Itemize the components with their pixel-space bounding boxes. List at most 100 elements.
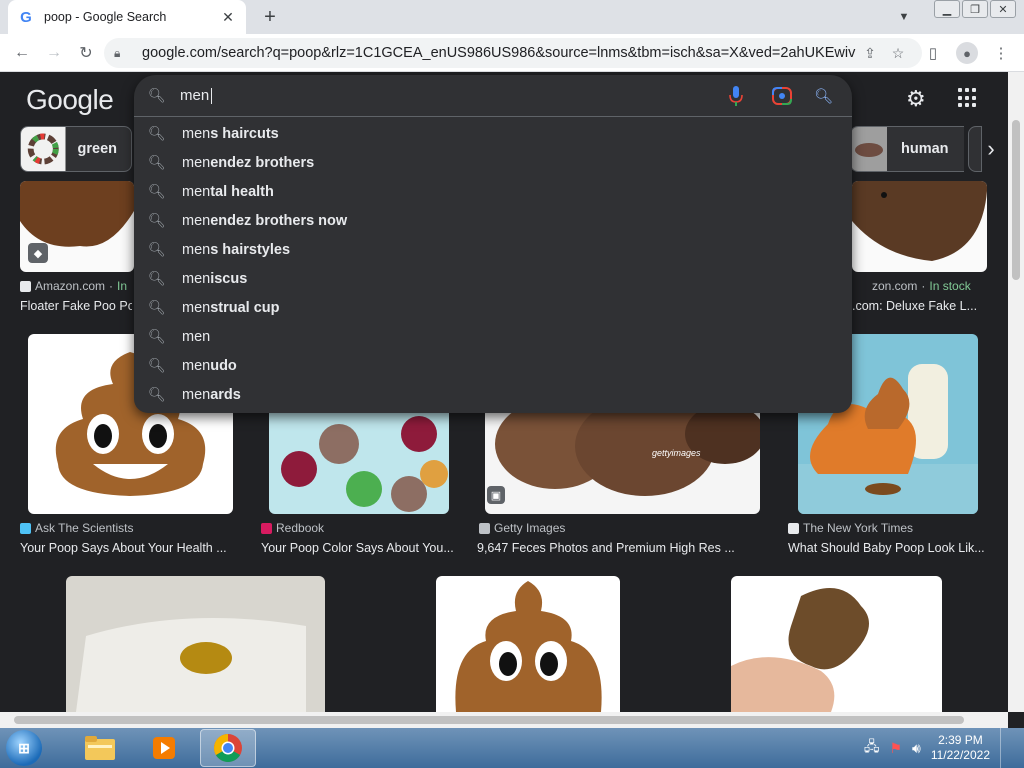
voice-search-mic-icon[interactable] — [728, 85, 744, 107]
suggestion-item[interactable]: 🔍︎ meniscus — [134, 264, 852, 293]
result-source[interactable]: The New York Times — [788, 521, 913, 535]
menu-kebab-icon[interactable]: ⋮ — [986, 37, 1016, 69]
search-submit-icon[interactable]: 🔍︎ — [814, 87, 833, 105]
address-bar[interactable]: 🔒︎ google.com/search?q=poop&rlz=1C1GCEA_… — [104, 38, 922, 68]
suggestion-item[interactable]: 🔍︎ menards — [134, 380, 852, 409]
result-caption[interactable]: Floater Fake Poo Po — [20, 299, 132, 313]
back-button[interactable]: ← — [6, 37, 38, 69]
source-name: The New York Times — [803, 521, 914, 535]
new-tab-button[interactable]: + — [258, 5, 282, 29]
windows-taskbar: ⊞ 🖧︎ ⚑ 🔊︎ 2:39 PM 11/22/2022 — [0, 728, 1024, 768]
amazon-icon — [20, 280, 31, 292]
clock[interactable]: 2:39 PM 11/22/2022 — [931, 733, 990, 763]
settings-gear-icon[interactable]: ⚙ — [906, 86, 926, 112]
profile-avatar-icon[interactable]: ● — [956, 42, 978, 64]
search-icon: 🔍︎ — [148, 270, 166, 286]
chrome-icon — [214, 734, 242, 762]
minimize-button[interactable]: ▁ — [934, 0, 960, 18]
browser-tab[interactable]: G poop - Google Search ✕ — [8, 0, 246, 34]
result-source[interactable]: zon.com · In stock — [872, 279, 971, 293]
suggestion-item[interactable]: 🔍︎ mental health — [134, 177, 852, 206]
result-caption[interactable]: Your Poop Says About Your Health ... — [20, 541, 235, 555]
search-input[interactable]: 🔍︎ men — [134, 75, 852, 117]
reload-button[interactable]: ↻ — [70, 37, 102, 69]
url-text[interactable]: google.com/search?q=poop&rlz=1C1GCEA_enU… — [142, 45, 856, 61]
search-icon: 🔍︎ — [148, 87, 166, 103]
folder-icon — [85, 736, 115, 760]
chip-human[interactable]: human — [850, 126, 964, 172]
search-icon: 🔍︎ — [148, 328, 166, 344]
forward-button[interactable]: → — [38, 37, 70, 69]
system-tray: 🖧︎ ⚑ 🔊︎ 2:39 PM 11/22/2022 — [864, 728, 1010, 768]
side-panel-icon[interactable]: ▯ — [918, 37, 948, 69]
suggestion-item[interactable]: 🔍︎ mens haircuts — [134, 119, 852, 148]
result-caption[interactable]: .com: Deluxe Fake L... — [852, 299, 982, 313]
tab-strip: G poop - Google Search ✕ + ▼ ▁ ❐ ✕ — [0, 0, 1024, 34]
result-caption[interactable]: Your Poop Color Says About You... — [261, 541, 457, 555]
image-gallery-icon: ▣ — [487, 486, 505, 504]
scrollbar-thumb[interactable] — [1012, 120, 1020, 280]
product-tag-icon: ◆ — [28, 243, 48, 263]
tab-search-chevron-icon[interactable]: ▼ — [894, 8, 914, 26]
suggestion-item[interactable]: 🔍︎ menstrual cup — [134, 293, 852, 322]
share-icon[interactable]: ⇪ — [856, 45, 884, 62]
vertical-scrollbar[interactable] — [1008, 72, 1024, 712]
suggestion-item[interactable]: 🔍︎ menendez brothers now — [134, 206, 852, 235]
separator: · — [109, 279, 114, 293]
result-source[interactable]: Ask The Scientists — [20, 521, 133, 535]
close-window-button[interactable]: ✕ — [990, 0, 1016, 18]
google-lens-icon[interactable] — [772, 87, 792, 105]
result-image-hand-poop[interactable] — [731, 576, 942, 712]
search-icon: 🔍︎ — [148, 212, 166, 228]
result-source[interactable]: Getty Images — [479, 521, 565, 535]
search-icon: 🔍︎ — [148, 183, 166, 199]
result-image-poop-emoji-2[interactable] — [436, 576, 620, 712]
source-name: Redbook — [276, 521, 325, 535]
result-caption[interactable]: What Should Baby Poop Look Lik... — [788, 541, 988, 555]
search-input-text[interactable]: men — [180, 87, 213, 105]
start-button[interactable]: ⊞ — [6, 730, 42, 766]
result-image-diaper[interactable] — [66, 576, 325, 712]
result-caption[interactable]: 9,647 Feces Photos and Premium High Res … — [477, 541, 762, 555]
search-icon: 🔍︎ — [148, 299, 166, 315]
media-player-button[interactable] — [136, 729, 192, 767]
suggestion-item[interactable]: 🔍︎ menudo — [134, 351, 852, 380]
stock-status: In — [117, 279, 128, 293]
google-images-page: Google ⚙ green human › ◆ Amazon.com · In… — [0, 72, 1008, 712]
chip-label: human — [901, 141, 949, 157]
search-icon: 🔍︎ — [148, 386, 166, 402]
source-name: Amazon.com — [35, 279, 106, 293]
chevron-right-icon[interactable]: › — [976, 132, 1006, 166]
chip-green[interactable]: green — [20, 126, 132, 172]
close-tab-icon[interactable]: ✕ — [220, 9, 236, 25]
chrome-taskbar-button[interactable] — [200, 729, 256, 767]
suggestion-item[interactable]: 🔍︎ menendez brothers — [134, 148, 852, 177]
action-center-flag-icon[interactable]: ⚑ — [889, 740, 902, 757]
scrollbar-thumb[interactable] — [14, 716, 964, 724]
restore-button[interactable]: ❐ — [962, 0, 988, 18]
horizontal-scrollbar[interactable] — [0, 712, 1008, 728]
separator: · — [921, 279, 926, 293]
bookmark-star-icon[interactable]: ☆ — [884, 45, 912, 62]
google-logo[interactable]: Google — [26, 84, 114, 116]
source-name: Getty Images — [494, 521, 566, 535]
clock-time: 2:39 PM — [938, 733, 983, 747]
show-desktop-button[interactable] — [1000, 728, 1010, 768]
source-favicon-icon — [261, 522, 272, 534]
result-image-fake-poo-right[interactable] — [852, 181, 987, 272]
result-source[interactable]: Redbook — [261, 521, 324, 535]
network-icon[interactable]: 🖧︎ — [864, 736, 880, 760]
stock-status: In stock — [929, 279, 971, 293]
tab-title: poop - Google Search — [44, 10, 167, 24]
google-apps-icon[interactable] — [958, 88, 978, 108]
lock-icon[interactable]: 🔒︎ — [114, 46, 128, 61]
file-explorer-button[interactable] — [72, 729, 128, 767]
chip-label: green — [77, 141, 118, 157]
media-player-icon — [153, 737, 175, 759]
source-favicon-icon — [20, 522, 31, 534]
suggestion-item[interactable]: 🔍︎ men — [134, 322, 852, 351]
suggestion-item[interactable]: 🔍︎ mens hairstyles — [134, 235, 852, 264]
getty-watermark: gettyimages — [652, 448, 701, 458]
volume-icon[interactable]: 🔊︎ — [912, 740, 921, 757]
result-source[interactable]: Amazon.com · In — [20, 279, 127, 293]
